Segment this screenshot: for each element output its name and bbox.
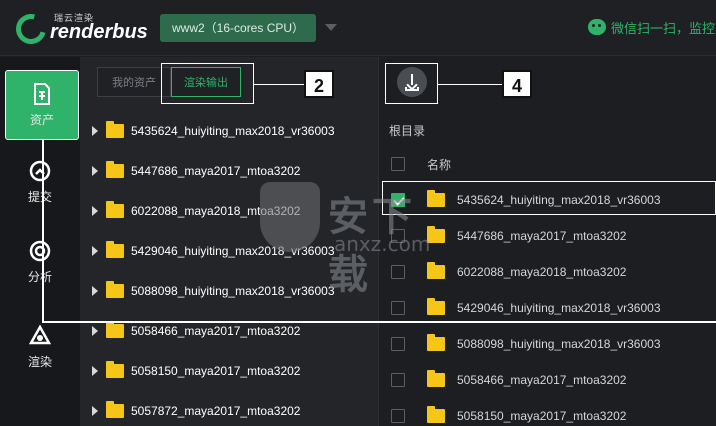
expand-arrow-icon[interactable] [92, 126, 98, 136]
breadcrumb[interactable]: 根目录 [389, 122, 425, 139]
folder-icon [427, 406, 445, 423]
file-row[interactable]: 5058150_maya2017_mtoa3202 [379, 398, 716, 426]
highlight-tab [161, 63, 254, 104]
folder-icon [106, 201, 124, 218]
expand-arrow-icon[interactable] [92, 326, 98, 336]
sidebar-nav: 资产 提交 分析 渲染 [0, 57, 80, 426]
row-checkbox[interactable] [391, 229, 405, 243]
nav-item-analyze[interactable]: 分析 [0, 227, 80, 297]
folder-icon [106, 281, 124, 298]
callout-line [254, 84, 304, 85]
file-row[interactable]: 6022088_maya2018_mtoa3202 [379, 254, 716, 290]
folder-icon [106, 401, 124, 418]
tree-item[interactable]: 5058150_maya2017_mtoa3202 [80, 351, 378, 391]
folder-icon [427, 298, 445, 315]
wechat-icon [588, 19, 606, 35]
row-checkbox[interactable] [391, 301, 405, 315]
tree-item[interactable]: 5447686_maya2017_mtoa3202 [80, 151, 378, 191]
file-name: 5447686_maya2017_mtoa3202 [457, 229, 627, 243]
file-name: 6022088_maya2018_mtoa3202 [457, 265, 627, 279]
folder-icon [106, 321, 124, 338]
tree-item-label: 5058466_maya2017_mtoa3202 [131, 324, 301, 338]
row-checkbox[interactable] [391, 337, 405, 351]
folder-icon [427, 226, 445, 243]
file-name: 5058466_maya2017_mtoa3202 [457, 373, 627, 387]
tree-item-label: 5088098_huiyiting_max2018_vr36003 [131, 284, 335, 298]
folder-icon [427, 370, 445, 387]
wechat-monitor-link[interactable]: 微信扫一扫，监控 [588, 16, 715, 38]
expand-arrow-icon[interactable] [92, 406, 98, 416]
folder-icon [106, 361, 124, 378]
expand-arrow-icon[interactable] [92, 366, 98, 376]
folder-icon [106, 121, 124, 138]
logo-text: renderbus [50, 21, 148, 43]
tree-item-label: 6022088_maya2018_mtoa3202 [131, 204, 301, 218]
file-name: 5429046_huiyiting_max2018_vr36003 [457, 301, 661, 315]
file-row[interactable]: 5447686_maya2017_mtoa3202 [379, 218, 716, 254]
tree-item-label: 5058150_maya2017_mtoa3202 [131, 364, 301, 378]
tree-item-label: 5435624_huiyiting_max2018_vr36003 [131, 124, 335, 138]
tab-my-assets[interactable]: 我的资产 [97, 67, 171, 97]
document-icon [34, 83, 50, 105]
expand-arrow-icon[interactable] [92, 166, 98, 176]
tree-item[interactable]: 5057872_maya2017_mtoa3202 [80, 391, 378, 426]
project-tree-panel: 我的资产 渲染输出 5435624_huiyiting_max2018_vr36… [80, 57, 378, 426]
wechat-text: 微信扫一扫，监控 [611, 20, 716, 36]
render-icon [28, 324, 52, 345]
tree-item-label: 5057872_maya2017_mtoa3202 [131, 404, 301, 418]
callout-line [438, 84, 502, 85]
folder-icon [106, 241, 124, 258]
row-checkbox[interactable] [391, 373, 405, 387]
highlight-download [385, 63, 438, 104]
nav-item-submit[interactable]: 提交 [0, 147, 80, 217]
connector-line [42, 140, 44, 322]
connector-line [42, 321, 716, 323]
chevron-down-icon[interactable] [325, 24, 337, 31]
callout-number: 4 [502, 70, 532, 98]
expand-arrow-icon[interactable] [92, 206, 98, 216]
row-checkbox[interactable] [391, 265, 405, 279]
highlight-first-file [382, 181, 716, 215]
nav-label: 渲染 [27, 355, 52, 369]
tree-item[interactable]: 5429046_huiyiting_max2018_vr36003 [80, 231, 378, 271]
nav-label: 分析 [27, 270, 52, 284]
cpu-platform-select[interactable]: www2（16-cores CPU） [160, 14, 316, 42]
top-bar: 瑞云渲染 renderbus www2（16-cores CPU） 微信扫一扫，… [0, 0, 716, 56]
file-row[interactable]: 5058466_maya2017_mtoa3202 [379, 362, 716, 398]
nav-item-assets[interactable]: 资产 [5, 70, 79, 140]
callout-number: 2 [304, 70, 334, 98]
file-name: 5058150_maya2017_mtoa3202 [457, 409, 627, 423]
tree-item[interactable]: 5088098_huiyiting_max2018_vr36003 [80, 271, 378, 311]
nav-label: 提交 [27, 190, 52, 204]
folder-icon [427, 334, 445, 351]
target-icon [29, 240, 51, 262]
file-row[interactable]: 5088098_huiyiting_max2018_vr36003 [379, 326, 716, 362]
select-all-checkbox[interactable] [391, 157, 405, 171]
nav-label: 资产 [29, 113, 54, 127]
tree-item[interactable]: 5058466_maya2017_mtoa3202 [80, 311, 378, 351]
file-name: 5088098_huiyiting_max2018_vr36003 [457, 337, 661, 351]
column-header-name[interactable]: 名称 [427, 156, 451, 173]
tree-item-label: 5447686_maya2017_mtoa3202 [131, 164, 301, 178]
logo: 瑞云渲染 renderbus [10, 8, 154, 50]
logo-icon [10, 8, 52, 50]
row-checkbox[interactable] [391, 409, 405, 423]
upload-icon [29, 160, 51, 182]
folder-icon [427, 262, 445, 279]
tree-item[interactable]: 6022088_maya2018_mtoa3202 [80, 191, 378, 231]
tree-item[interactable]: 5435624_huiyiting_max2018_vr36003 [80, 111, 378, 151]
expand-arrow-icon[interactable] [92, 286, 98, 296]
expand-arrow-icon[interactable] [92, 246, 98, 256]
file-list-panel: 根目录 名称 5435624_huiyiting_max2018_vr36003… [378, 57, 716, 426]
tree-item-label: 5429046_huiyiting_max2018_vr36003 [131, 244, 335, 258]
folder-icon [106, 161, 124, 178]
